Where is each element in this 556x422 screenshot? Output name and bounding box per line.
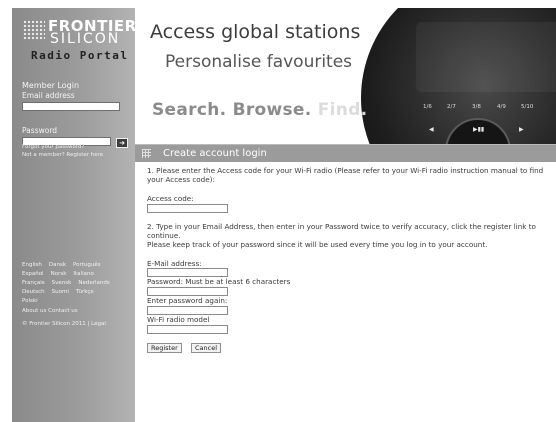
preset-4-label: 4/9: [497, 104, 506, 110]
email-address-label: Email address: [22, 91, 75, 100]
promo-banner: 1/6 2/7 3/8 4/9 5/10 ◀ ▶▮▮ ▶ Access glob…: [135, 8, 556, 144]
headline-search-browse-text: Search. Browse.: [152, 100, 312, 120]
language-espanol-link[interactable]: Español: [22, 271, 44, 277]
headline-search-browse: Search. Browse. Find.: [152, 100, 367, 120]
language-list: English Dansk Português Español Norsk Italia…: [22, 261, 132, 306]
member-login-heading: Member Login: [22, 81, 80, 90]
language-nederlands-link[interactable]: Nederlands: [78, 280, 109, 286]
section-title: Create account login: [163, 148, 267, 159]
language-row: English Dansk Português: [22, 261, 132, 270]
password-label: Password: Must be at least 6 characters: [147, 277, 291, 286]
forgot-password-link[interactable]: Forgot your password?: [22, 144, 84, 151]
language-svensk-link[interactable]: Svensk: [52, 280, 72, 286]
password-again-input[interactable]: [147, 306, 228, 315]
play-pause-icon: ▶▮▮: [473, 126, 485, 133]
step2-instruction-line3: Please keep track of your password since…: [147, 240, 488, 249]
password-input[interactable]: [147, 287, 228, 296]
radio-model-label: Wi-Fi radio model: [147, 315, 210, 324]
language-deutsch-link[interactable]: Deutsch: [22, 289, 45, 295]
frontier-silicon-logo[interactable]: FRONTIER SILICON Radio Portal: [12, 8, 136, 70]
radio-display: [416, 22, 556, 92]
logo-silicon-text: SILICON: [50, 31, 121, 47]
next-icon: ▶: [519, 126, 524, 133]
preset-2-label: 2/7: [447, 104, 456, 110]
language-dansk-link[interactable]: Dansk: [49, 262, 66, 268]
language-norsk-link[interactable]: Norsk: [51, 271, 67, 277]
prev-icon: ◀: [429, 126, 434, 133]
copyright-text: © Frontier Silicon 2011 | Legal: [22, 321, 106, 327]
step2-instruction-line1: 2. Type in your Email Address, then ente…: [147, 222, 536, 231]
language-italiano-link[interactable]: Italiano: [73, 271, 93, 277]
access-code-label: Access code:: [147, 194, 194, 203]
cancel-button[interactable]: Cancel: [191, 343, 222, 353]
preset-1-label: 1/6: [423, 104, 432, 110]
headline-find-text: Find.: [317, 100, 368, 120]
section-header: Create account login: [135, 144, 556, 162]
language-polski-link[interactable]: Polski: [22, 298, 38, 304]
logo-radio-portal-text: Radio Portal: [31, 49, 129, 62]
grid-icon: [142, 149, 151, 158]
headline-access-stations: Access global stations: [150, 21, 361, 43]
register-button[interactable]: Register: [147, 343, 182, 353]
language-english-link[interactable]: English: [22, 262, 42, 268]
login-email-input[interactable]: [22, 102, 120, 111]
logo-dots-icon: [23, 20, 45, 40]
language-row: Español Norsk Italiano: [22, 270, 132, 279]
access-code-input[interactable]: [147, 204, 228, 213]
register-here-link[interactable]: Not a member? Register here: [22, 152, 103, 159]
radio-model-input[interactable]: [147, 325, 228, 334]
language-row: Français Svensk Nederlands: [22, 279, 132, 288]
language-suomi-link[interactable]: Suomi: [52, 289, 69, 295]
language-francais-link[interactable]: Français: [22, 280, 45, 286]
headline-personalise: Personalise favourites: [165, 52, 353, 72]
password-label: Password: [22, 126, 58, 135]
login-go-button[interactable]: ➜: [116, 138, 128, 148]
email-input[interactable]: [147, 268, 228, 277]
preset-3-label: 3/8: [472, 104, 481, 110]
language-turkce-link[interactable]: Türkçe: [76, 289, 94, 295]
language-row: Deutsch Suomi Türkçe: [22, 288, 132, 297]
language-portugues-link[interactable]: Português: [73, 262, 101, 268]
language-row: Polski: [22, 297, 132, 306]
about-contact-links[interactable]: About us Contact us: [22, 308, 78, 315]
sidebar: FRONTIER SILICON Radio Portal Member Log…: [12, 8, 136, 422]
preset-5-label: 5/10: [521, 104, 534, 110]
step1-instruction-line2: your Access code):: [147, 175, 215, 184]
password-again-label: Enter password again:: [147, 296, 228, 305]
